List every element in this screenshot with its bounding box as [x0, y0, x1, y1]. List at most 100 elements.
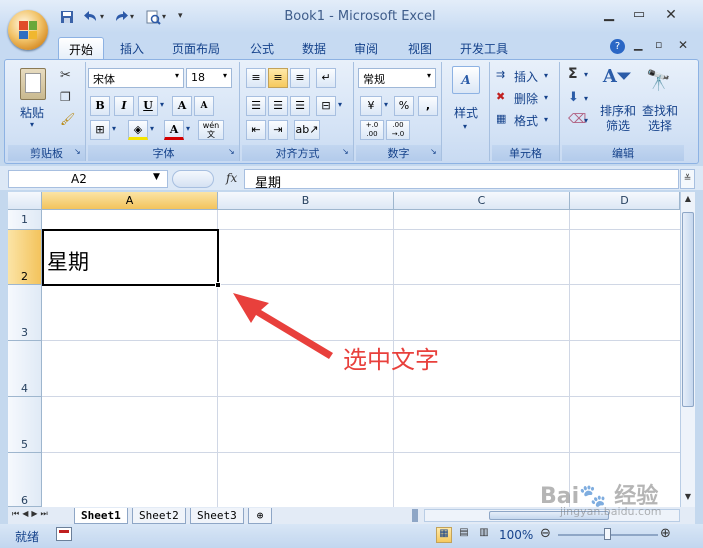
name-box-dropdown-icon[interactable]: ▼ [153, 172, 160, 182]
merge-center-icon[interactable]: ⊟ [316, 96, 336, 116]
font-size-combo[interactable]: 18 ▾ [186, 68, 232, 88]
autosum-dropdown-icon[interactable]: ▾ [584, 70, 588, 79]
comma-button[interactable]: , [418, 96, 438, 116]
tab-review[interactable]: 审阅 [344, 37, 388, 59]
find-select-button[interactable]: 查找和 选择 [640, 104, 680, 134]
normal-view-icon[interactable]: ▦ [436, 527, 452, 543]
borders-dropdown-icon[interactable]: ▾ [112, 124, 116, 133]
copy-icon[interactable]: ❐ [60, 90, 71, 104]
styles-icon[interactable]: A [452, 66, 480, 94]
scroll-up-icon[interactable]: ▲ [682, 194, 694, 206]
decrease-indent-icon[interactable]: ⇤ [246, 120, 266, 140]
fill-icon[interactable]: ⬇ [568, 90, 579, 105]
cut-icon[interactable]: ✂ [60, 68, 71, 83]
font-name-combo[interactable]: 宋体 ▾ [88, 68, 184, 88]
styles-button[interactable]: 样式 [454, 104, 478, 121]
minimize-icon[interactable]: ▁ [598, 7, 620, 25]
macro-record-icon[interactable] [56, 527, 72, 541]
align-top-icon[interactable]: ≡ [246, 68, 266, 88]
cell-a2[interactable]: 星期 [42, 229, 219, 286]
sort-filter-button[interactable]: 排序和 筛选 [598, 104, 638, 134]
paste-button[interactable]: 粘贴 [20, 104, 44, 121]
delete-cells-icon[interactable]: ✖ [496, 90, 505, 103]
shrink-font-button[interactable]: A [194, 96, 214, 116]
office-button[interactable] [8, 10, 48, 50]
number-launcher-icon[interactable]: ↘ [430, 147, 437, 156]
paste-dropdown-icon[interactable]: ▾ [30, 120, 34, 129]
wrap-text-icon[interactable]: ↵ [316, 68, 336, 88]
format-cells-button[interactable]: 格式 [514, 112, 538, 129]
fill-dropdown-icon[interactable]: ▾ [584, 94, 588, 103]
row-header-4[interactable]: 4 [8, 341, 42, 397]
scroll-down-icon[interactable]: ▼ [682, 492, 694, 504]
doc-minimize-icon[interactable]: ▁ [634, 38, 642, 51]
save-icon[interactable] [58, 8, 76, 26]
tab-formulas[interactable]: 公式 [240, 37, 284, 59]
print-preview-dropdown-icon[interactable]: ▾ [162, 12, 166, 21]
zoom-slider-thumb[interactable] [604, 528, 611, 540]
autosum-icon[interactable]: Σ [568, 66, 578, 82]
zoom-in-icon[interactable]: ⊕ [660, 526, 671, 541]
clear-dropdown-icon[interactable]: ▾ [584, 116, 588, 125]
redo-dropdown-icon[interactable]: ▾ [130, 12, 134, 21]
grow-font-button[interactable]: A [172, 96, 192, 116]
page-layout-view-icon[interactable]: ▤ [456, 527, 472, 543]
customize-icon[interactable]: ▾ [178, 11, 183, 21]
column-header-a[interactable]: A [42, 192, 218, 210]
align-center-icon[interactable]: ☰ [268, 96, 288, 116]
bold-button[interactable]: B [90, 96, 110, 116]
format-dropdown-icon[interactable]: ▾ [544, 115, 548, 124]
zoom-out-icon[interactable]: ⊖ [540, 526, 551, 541]
doc-close-icon[interactable]: ✕ [678, 38, 688, 52]
new-sheet-icon[interactable]: ⊕ [248, 508, 272, 524]
undo-icon[interactable] [82, 8, 100, 26]
insert-cells-button[interactable]: 插入 [514, 68, 538, 85]
borders-icon[interactable]: ⊞ [90, 120, 110, 140]
tab-page-layout[interactable]: 页面布局 [162, 37, 230, 59]
styles-dropdown-icon[interactable]: ▾ [463, 122, 467, 131]
fill-handle[interactable] [215, 282, 221, 288]
alignment-launcher-icon[interactable]: ↘ [342, 147, 349, 156]
sheet-tab-1[interactable]: Sheet1 [74, 508, 128, 524]
font-launcher-icon[interactable]: ↘ [228, 147, 235, 156]
cell-a2-text[interactable]: 星期 [47, 246, 89, 276]
underline-dropdown-icon[interactable]: ▾ [160, 100, 164, 109]
undo-dropdown-icon[interactable]: ▾ [100, 12, 104, 21]
underline-button[interactable]: U [138, 96, 158, 116]
fill-color-icon[interactable]: ◈ [128, 120, 148, 140]
restore-icon[interactable]: ▭ [628, 7, 650, 25]
fill-color-dropdown-icon[interactable]: ▾ [150, 124, 154, 133]
vertical-scrollbar[interactable]: ▲ ▼ [680, 192, 695, 507]
redo-icon[interactable] [112, 8, 130, 26]
increase-indent-icon[interactable]: ⇥ [268, 120, 288, 140]
currency-dropdown-icon[interactable]: ▾ [384, 100, 388, 109]
increase-decimal-button[interactable]: +.0 .00 [360, 120, 384, 140]
find-select-icon[interactable]: 🔭 [646, 68, 671, 92]
merge-dropdown-icon[interactable]: ▾ [338, 100, 342, 109]
tab-developer[interactable]: 开发工具 [450, 37, 518, 59]
page-break-view-icon[interactable]: ▥ [476, 527, 492, 543]
align-right-icon[interactable]: ☰ [290, 96, 310, 116]
percent-button[interactable]: % [394, 96, 414, 116]
format-painter-icon[interactable]: 🖌 [60, 112, 75, 126]
number-format-combo[interactable]: 常规 ▾ [358, 68, 436, 88]
format-cells-icon[interactable]: ▦ [496, 112, 506, 125]
row-header-6[interactable]: 6 [8, 453, 42, 507]
sheet-nav-icon[interactable]: ⏮◀▶⏭ [12, 509, 51, 519]
decrease-decimal-button[interactable]: .00 →.0 [386, 120, 410, 140]
row-header-3[interactable]: 3 [8, 285, 42, 341]
select-all-button[interactable] [8, 192, 42, 210]
insert-cells-icon[interactable]: ⇉ [496, 68, 505, 81]
insert-dropdown-icon[interactable]: ▾ [544, 71, 548, 80]
align-left-icon[interactable]: ☰ [246, 96, 266, 116]
sheet-tab-2[interactable]: Sheet2 [132, 508, 186, 524]
row-header-2[interactable]: 2 [8, 230, 42, 285]
clipboard-launcher-icon[interactable]: ↘ [74, 147, 81, 156]
delete-cells-button[interactable]: 删除 [514, 90, 538, 107]
tab-data[interactable]: 数据 [292, 37, 336, 59]
delete-dropdown-icon[interactable]: ▾ [544, 93, 548, 102]
scroll-thumb[interactable] [682, 212, 694, 407]
formula-input[interactable]: 星期 [244, 169, 679, 191]
align-middle-icon[interactable]: ≡ [268, 68, 288, 88]
phonetic-button[interactable]: wén 文 [198, 120, 224, 140]
